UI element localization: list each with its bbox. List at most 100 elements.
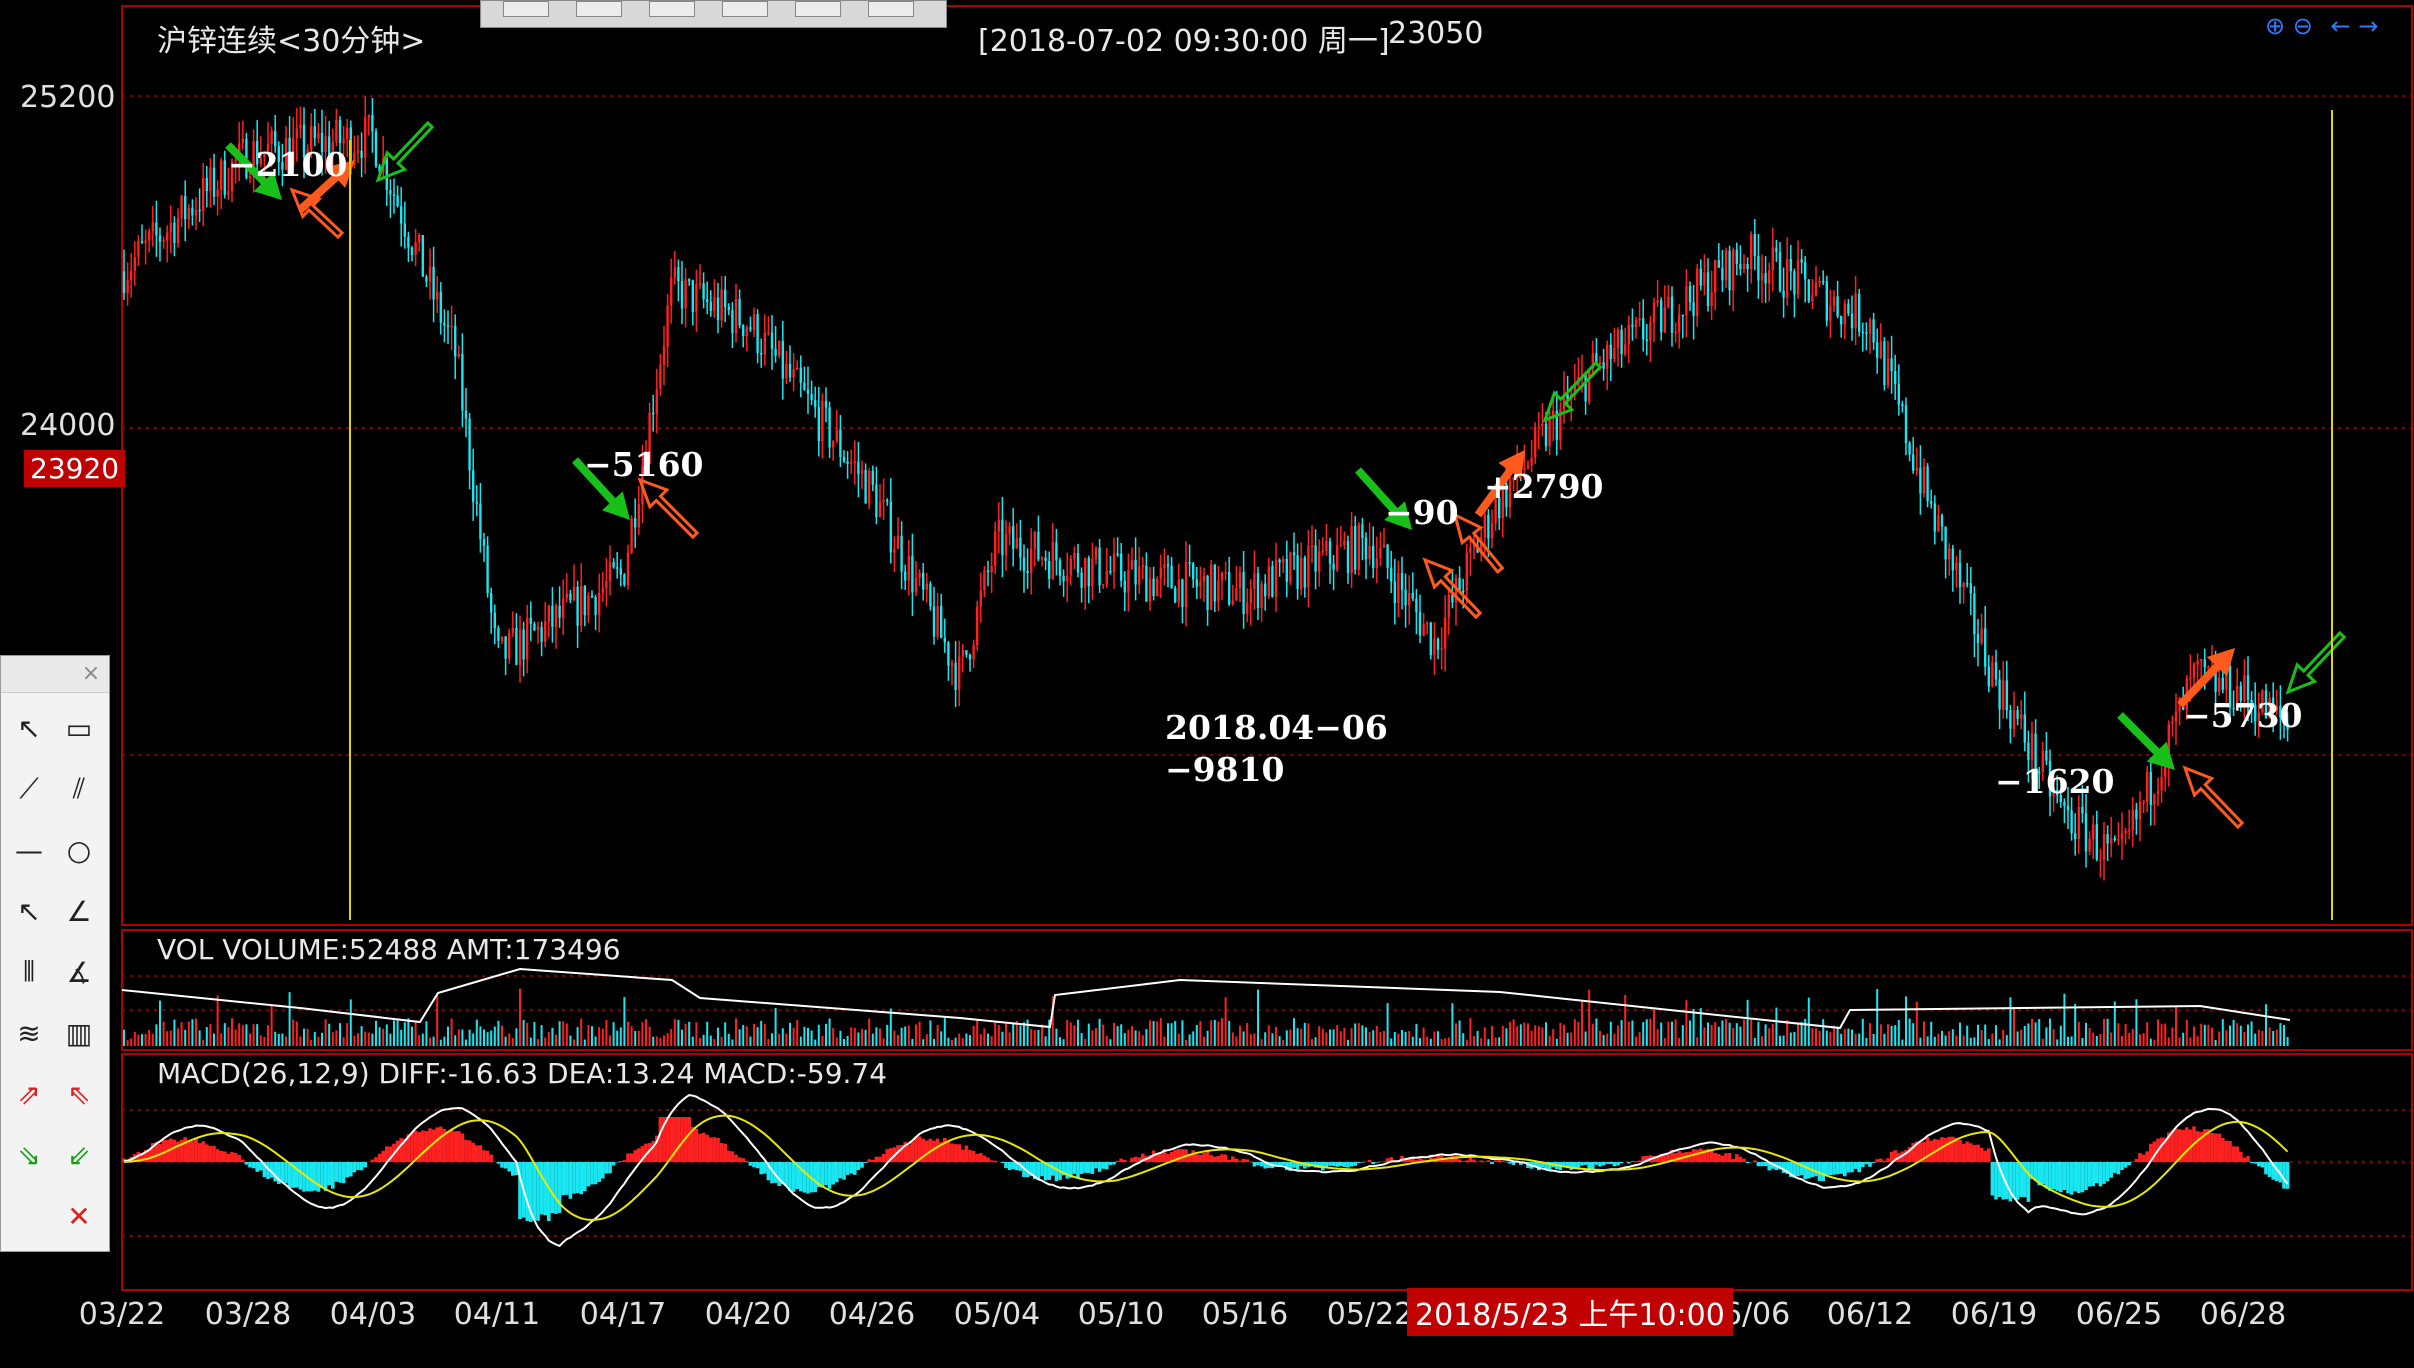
zoom-in-icon[interactable]: ⊕ [2265, 12, 2285, 40]
candle-body [1994, 662, 1998, 680]
macd-bar [1205, 1151, 1210, 1162]
macd-bar [777, 1162, 781, 1186]
candle-body [209, 167, 212, 191]
close-icon[interactable]: × [77, 662, 105, 686]
macd-bar [309, 1162, 313, 1192]
macd-bar [1198, 1154, 1203, 1162]
volume-bar [1451, 1003, 1454, 1046]
macd-bar [561, 1162, 565, 1196]
volume-bar [1397, 1033, 1400, 1046]
macd-bar [838, 1162, 843, 1179]
ellipse-icon[interactable]: ○ [59, 830, 99, 870]
volume-bar [2045, 1027, 2048, 1046]
volume-bar [1001, 1031, 1004, 1046]
candle-body [367, 115, 370, 118]
volume-bar [540, 1025, 543, 1046]
volume-bar [1674, 1019, 1677, 1046]
top-toolbar-button[interactable] [576, 1, 622, 17]
candle-body [1382, 544, 1386, 548]
vertical-lines-icon[interactable]: ⦀ [9, 952, 49, 992]
select-arrow-icon[interactable]: ↖ [9, 708, 49, 748]
volume-bar [889, 1008, 892, 1046]
candle-body [1357, 524, 1360, 570]
flag-icon[interactable]: ≋ [9, 1013, 49, 1053]
zoom-out-icon[interactable]: ⊖ [2293, 12, 2313, 40]
volume-bar [807, 1027, 809, 1046]
candle-body [126, 279, 129, 294]
fibonacci-fan-icon[interactable]: ∡ [59, 952, 99, 992]
macd-bar [2102, 1162, 2106, 1184]
macd-bar [730, 1151, 735, 1162]
scroll-left-icon[interactable]: ← [2331, 12, 2351, 40]
green-arrow-down-icon[interactable]: ⇘ [9, 1135, 49, 1175]
macd-bar [431, 1129, 436, 1162]
parallel-lines-icon[interactable]: ⫽ [59, 769, 99, 809]
x-tick-label: 06/12 [1826, 1297, 1914, 1332]
candle-body [1879, 341, 1882, 359]
ray-icon[interactable]: ↖ [9, 891, 49, 931]
volume-bar [2207, 1024, 2210, 1046]
volume-bar [691, 1036, 694, 1046]
candle-body [1188, 561, 1191, 564]
volume-bar [342, 1037, 345, 1046]
volume-bar [1667, 1021, 1670, 1046]
macd-bar [2012, 1162, 2016, 1199]
scroll-right-icon[interactable]: → [2358, 12, 2378, 40]
chart[interactable]: 沪锌连续<30分钟> [2018-07-02 09:30:00 周一] 2305… [0, 0, 2414, 1368]
horizontal-line-icon[interactable]: — [9, 830, 49, 870]
candle-body [547, 605, 550, 622]
chart-canvas[interactable] [0, 0, 2414, 1368]
macd-bar [2282, 1162, 2286, 1189]
x-tick-label: 06/28 [2199, 1297, 2287, 1332]
volume-bar [774, 1007, 777, 1046]
candle-body [360, 150, 363, 158]
top-toolbar-button[interactable] [795, 1, 841, 17]
volume-bar [1192, 1031, 1195, 1046]
volume-bar [1095, 1028, 1097, 1046]
candle-body [918, 572, 921, 579]
volume-bar [1901, 1039, 1904, 1046]
macd-bar [968, 1149, 972, 1162]
candle-body [2131, 809, 2134, 830]
green-arrow-up-icon[interactable]: ⇙ [59, 1135, 99, 1175]
macd-bar [187, 1141, 191, 1162]
candle-body [1926, 466, 1929, 502]
macd-bar [1724, 1153, 1728, 1162]
top-toolbar-button[interactable] [649, 1, 695, 17]
macd-bar [935, 1138, 940, 1162]
rectangle-icon[interactable]: ▭ [59, 708, 99, 748]
sell-arrow-icon[interactable]: ⇖ [59, 1074, 99, 1114]
candle-body [1004, 533, 1008, 556]
candle-body [821, 400, 824, 441]
macd-bar [2113, 1162, 2117, 1173]
macd-bar [1630, 1160, 1635, 1162]
macd-bar [824, 1162, 828, 1186]
delete-icon[interactable]: ✕ [59, 1196, 99, 1236]
candle-body [454, 325, 457, 357]
candle-body [1807, 279, 1810, 302]
line-icon[interactable]: ⟋ [9, 769, 49, 809]
macd-bar [957, 1144, 961, 1162]
volume-bar [943, 1018, 946, 1046]
ruler-icon[interactable]: ▥ [59, 1013, 99, 1053]
candle-body [522, 629, 525, 660]
candle-body [1411, 592, 1414, 599]
top-toolbar-button[interactable] [722, 1, 768, 17]
candle-body [1642, 318, 1645, 340]
candle-body [1386, 544, 1389, 568]
macd-bar [2159, 1137, 2164, 1162]
volume-bar [270, 1006, 273, 1046]
top-toolbar-button[interactable] [868, 1, 914, 17]
macd-bar [1954, 1137, 1959, 1162]
angle-icon[interactable]: ∠ [59, 891, 99, 931]
candle-body [972, 644, 975, 660]
volume-bar [839, 1030, 842, 1046]
candle-body [1854, 293, 1857, 329]
candle-body [1415, 598, 1418, 613]
top-toolbar-button[interactable] [503, 1, 549, 17]
candle-body [1541, 423, 1544, 427]
candle-body [724, 289, 727, 308]
buy-arrow-icon[interactable]: ⇗ [9, 1074, 49, 1114]
macd-bar [2213, 1133, 2218, 1162]
macd-bar [327, 1162, 331, 1186]
